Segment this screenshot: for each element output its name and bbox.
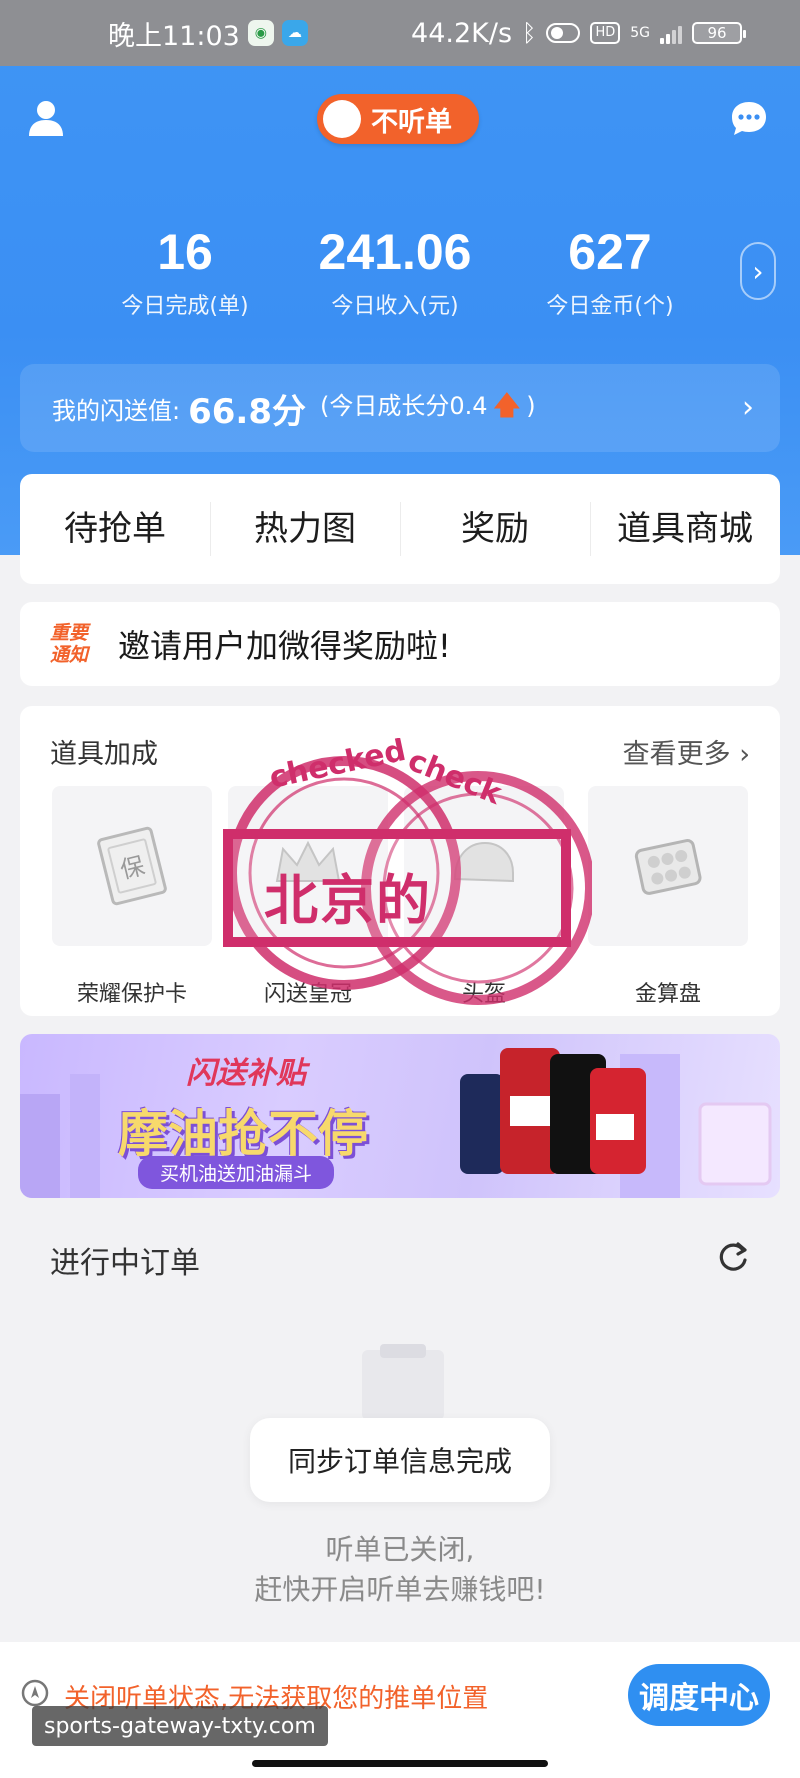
important-notice[interactable]: 重要 通知 邀请用户加微得奖励啦! [20, 602, 780, 686]
protection-card-icon: 保 [52, 786, 212, 946]
prop-name: 头盔 [461, 982, 506, 1007]
status-bar: 晚上11:03 ◉ ☁ 44.2K/s ᛒ HD 5G 96 [0, 0, 800, 66]
prop-name: 荣耀保护卡 [76, 982, 187, 1007]
battery-icon: 96 [692, 22, 746, 44]
notice-tag-line2: 通知 [50, 644, 89, 666]
score-label: 我的闪送值: [52, 396, 181, 425]
flash-score-bar[interactable]: 我的闪送值: 66.8分 (今日成长分0.4 🡅) › [20, 364, 780, 452]
sync-toast: 同步订单信息完成 [250, 1418, 550, 1502]
stat-label: 今日收入(元) [331, 294, 459, 319]
promo-banner[interactable]: 闪送补贴 摩油抢不停 买机油送加油漏斗 [20, 1034, 780, 1198]
empty-orders-illustration [362, 1344, 444, 1420]
today-stats: 16 今日完成(单) 241.06 今日收入(元) 627 今日金币(个) [0, 222, 800, 322]
banner-subtitle: 买机油送加油漏斗 [138, 1156, 335, 1189]
notice-tag-line1: 重要 [50, 622, 89, 644]
menu-item-prop-shop[interactable]: 道具商城 [590, 494, 780, 564]
empty-state-line2: 赶快开启听单去赚钱吧! [254, 1573, 546, 1606]
quick-menu: 待抢单 热力图 奖励 道具商城 [20, 474, 780, 584]
toggle-status-icon [546, 23, 581, 43]
stat-label: 今日金币(个) [546, 294, 674, 319]
app-header: 不听单 [0, 86, 800, 150]
empty-state-line1: 听单已关闭, [325, 1533, 475, 1566]
prop-item[interactable]: 金算盘 [588, 786, 748, 1008]
prop-item[interactable]: 保 荣耀保护卡 [52, 786, 212, 1008]
listen-toggle[interactable]: 不听单 [317, 94, 479, 144]
chevron-right-icon: › [752, 254, 764, 288]
notice-text: 邀请用户加微得奖励啦! [118, 627, 451, 665]
stamp-text: 北京的 [264, 869, 432, 932]
bluetooth-icon: ᛒ [522, 19, 537, 47]
signal-label: 5G [630, 25, 650, 41]
status-time: 晚上11:03 [108, 20, 240, 52]
network-speed: 44.2K/s [411, 17, 513, 49]
stat-value: 241.06 [318, 224, 472, 280]
score-growth-text: (今日成长分0.4 [319, 391, 488, 420]
prop-name: 闪送皇冠 [263, 982, 352, 1007]
dispatch-center-button[interactable]: 调度中心 [628, 1664, 770, 1726]
props-title: 道具加成 [50, 739, 158, 770]
battery-level: 96 [707, 24, 727, 42]
score-growth-close: ) [526, 391, 536, 420]
cloud-notification-icon: ☁ [281, 20, 308, 46]
location-icon [21, 1679, 49, 1707]
abacus-icon [588, 786, 748, 946]
home-indicator[interactable] [252, 1760, 548, 1767]
stat-income[interactable]: 241.06 今日收入(元) [300, 222, 490, 320]
watermark: sports-gateway-txty.com [32, 1706, 328, 1746]
user-icon[interactable] [26, 98, 66, 138]
score-value: 66.8分 [188, 391, 306, 432]
score-growth: (今日成长分0.4 🡅) [320, 386, 536, 431]
app-notification-icon: ◉ [247, 20, 274, 46]
orders-section-title: 进行中订单 [50, 1246, 200, 1281]
listen-toggle-label: 不听单 [371, 106, 452, 138]
stat-completed[interactable]: 16 今日完成(单) [110, 222, 260, 320]
message-icon[interactable] [728, 98, 770, 140]
refresh-icon[interactable] [716, 1240, 750, 1274]
stats-next-button[interactable]: › [740, 242, 776, 300]
menu-item-grab-orders[interactable]: 待抢单 [20, 494, 210, 564]
status-right: 44.2K/s ᛒ HD 5G 96 [411, 0, 746, 66]
notice-tag: 重要 通知 [50, 622, 100, 666]
menu-item-heatmap[interactable]: 热力图 [210, 494, 400, 564]
stat-label: 今日完成(单) [121, 294, 249, 319]
stat-coins[interactable]: 627 今日金币(个) [530, 222, 690, 320]
banner-subtitle-top: 闪送补贴 [186, 1056, 306, 1091]
chevron-right-icon: › [742, 390, 754, 425]
stat-value: 627 [568, 224, 652, 280]
arrow-up-icon: 🡅 [493, 390, 521, 421]
props-more-label: 查看更多 [622, 739, 731, 770]
toggle-knob [323, 100, 361, 138]
prop-name: 金算盘 [634, 982, 701, 1007]
signal-bars-icon [660, 22, 682, 44]
menu-item-rewards[interactable]: 奖励 [400, 494, 590, 564]
hd-badge: HD [590, 22, 621, 44]
stat-value: 16 [157, 224, 213, 280]
status-left: 晚上11:03 ◉ ☁ [108, 0, 308, 66]
props-more-link[interactable]: 查看更多 › [623, 732, 750, 771]
